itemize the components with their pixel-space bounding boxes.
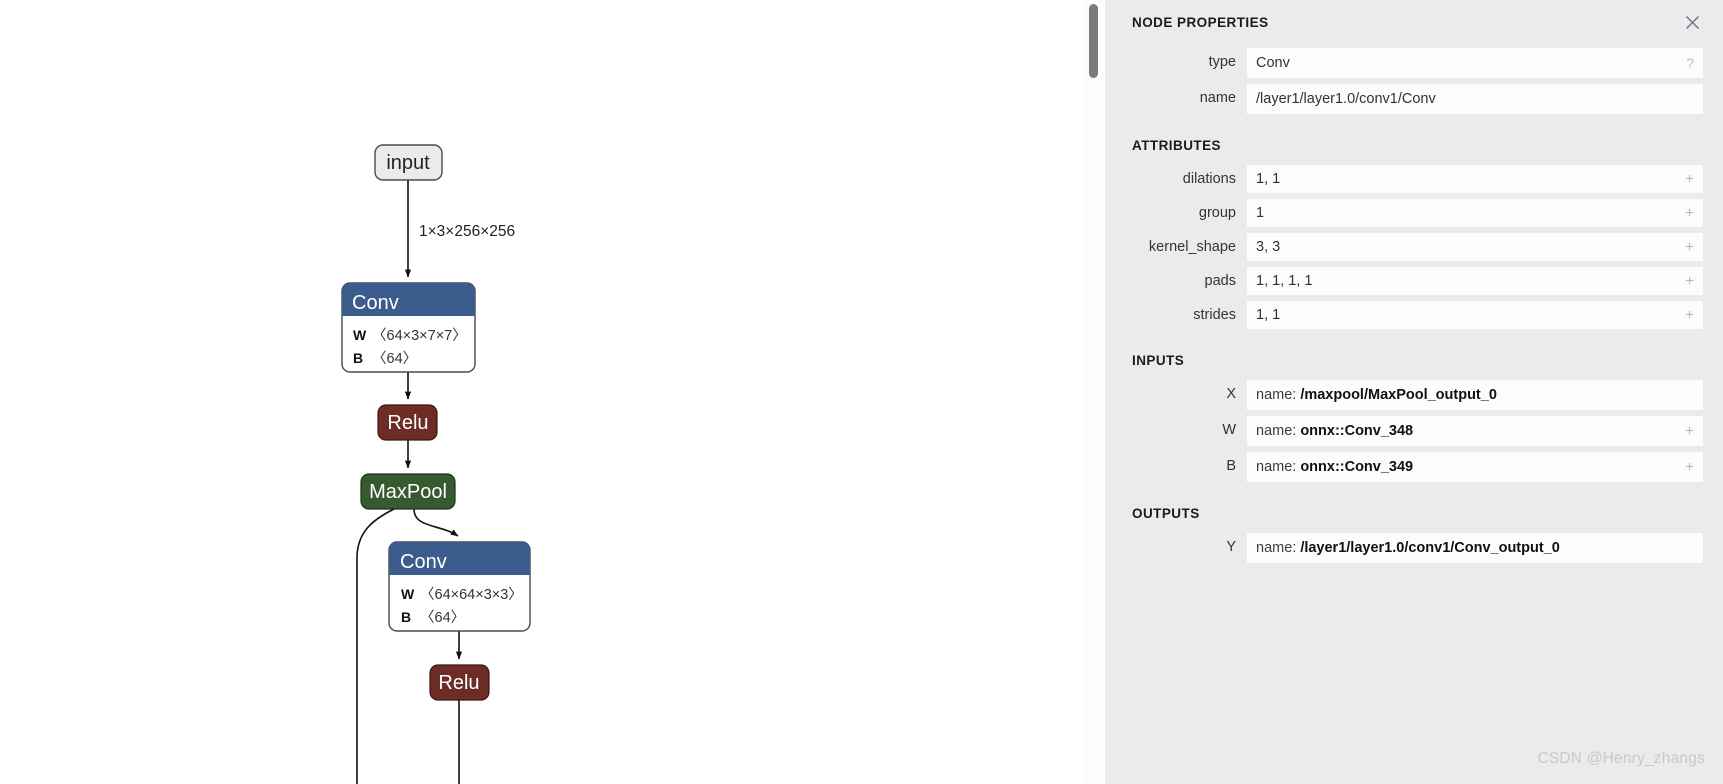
attributes-list: dilations 1, 1 + group 1 + kernel_shape …	[1105, 165, 1723, 329]
maxpool-node-label: MaxPool	[369, 481, 447, 503]
input-prefix-w: name:	[1256, 423, 1297, 439]
graph-node-relu1[interactable]: Relu	[377, 404, 438, 441]
input-field-b[interactable]: name: onnx::Conv_349 +	[1247, 452, 1703, 482]
edge-label-input-conv1: 1×3×256×256	[419, 223, 515, 240]
property-value-type: Conv	[1256, 55, 1290, 71]
property-label-type: type	[1208, 54, 1236, 70]
graph-node-conv1[interactable]: Conv W 〈64×3×7×7〉 B 〈64〉	[341, 282, 476, 373]
conv1-param-b-key: B	[353, 350, 363, 366]
attribute-value-dilations: 1, 1	[1256, 171, 1281, 187]
output-row-y: Y name: /layer1/layer1.0/conv1/Conv_outp…	[1105, 533, 1703, 563]
conv2-param-b-value: 〈64〉	[420, 609, 465, 626]
property-value-name: /layer1/layer1.0/conv1/Conv	[1256, 91, 1436, 107]
relu2-node-label: Relu	[438, 672, 479, 694]
panel-title: NODE PROPERTIES	[1132, 14, 1269, 30]
attribute-row-pads: pads 1, 1, 1, 1 +	[1105, 267, 1703, 295]
output-label-y: Y	[1226, 539, 1236, 555]
plus-icon-kernel-shape[interactable]: +	[1685, 240, 1694, 255]
section-header-inputs: INPUTS	[1132, 353, 1185, 368]
edge-maxpool-conv2	[413, 508, 459, 537]
section-header-attributes: ATTRIBUTES	[1132, 138, 1221, 153]
graph-node-conv2[interactable]: Conv W 〈64×64×3×3〉 B 〈64〉	[388, 541, 531, 632]
output-value-y: /layer1/layer1.0/conv1/Conv_output_0	[1300, 540, 1560, 556]
property-row-name: name /layer1/layer1.0/conv1/Conv	[1105, 84, 1703, 114]
attribute-row-kernel-shape: kernel_shape 3, 3 +	[1105, 233, 1703, 261]
attribute-field-dilations[interactable]: 1, 1 +	[1247, 165, 1703, 193]
conv2-node-label: Conv	[400, 551, 447, 573]
input-value-w: onnx::Conv_348	[1300, 423, 1414, 439]
attribute-label-pads: pads	[1204, 273, 1236, 289]
conv2-param-b-key: B	[401, 609, 411, 625]
attribute-field-group[interactable]: 1 +	[1247, 199, 1703, 227]
conv1-param-w-key: W	[353, 327, 367, 343]
output-prefix-y: name:	[1256, 540, 1297, 556]
conv2-param-w-key: W	[401, 586, 415, 602]
attribute-field-pads[interactable]: 1, 1, 1, 1 +	[1247, 267, 1703, 295]
conv1-param-w-value: 〈64×3×7×7〉	[372, 327, 467, 344]
plus-icon-strides[interactable]: +	[1685, 308, 1694, 323]
conv2-param-w-value: 〈64×64×3×3〉	[420, 586, 523, 603]
attribute-label-kernel-shape: kernel_shape	[1148, 239, 1236, 255]
help-icon-type[interactable]: ?	[1686, 56, 1694, 70]
plus-icon-dilations[interactable]: +	[1685, 172, 1694, 187]
input-value-b: onnx::Conv_349	[1300, 459, 1414, 475]
output-field-y[interactable]: name: /layer1/layer1.0/conv1/Conv_output…	[1247, 533, 1703, 563]
input-prefix-x: name:	[1256, 387, 1297, 403]
attribute-label-group: group	[1198, 205, 1236, 221]
graph-canvas[interactable]: 1×3×256×256 input Conv W 〈64×3×7×7〉 B 〈6…	[0, 0, 1082, 784]
attribute-row-group: group 1 +	[1105, 199, 1703, 227]
plus-icon-input-w[interactable]: +	[1685, 424, 1694, 439]
property-field-type[interactable]: Conv ?	[1247, 48, 1703, 78]
property-row-type: type Conv ?	[1105, 48, 1703, 78]
attribute-value-pads: 1, 1, 1, 1	[1256, 273, 1313, 289]
attribute-value-group: 1	[1256, 205, 1265, 221]
conv1-param-b-value: 〈64〉	[372, 350, 417, 367]
input-row-x: X name: /maxpool/MaxPool_output_0	[1105, 380, 1703, 410]
attribute-label-dilations: dilations	[1182, 171, 1236, 187]
relu1-node-label: Relu	[387, 412, 428, 434]
canvas-scrollbar-thumb[interactable]	[1089, 4, 1098, 78]
input-row-b: B name: onnx::Conv_349 +	[1105, 452, 1703, 482]
conv1-node-label: Conv	[352, 292, 399, 314]
inputs-list: X name: /maxpool/MaxPool_output_0 W name…	[1105, 380, 1723, 482]
model-graph[interactable]: 1×3×256×256 input Conv W 〈64×3×7×7〉 B 〈6…	[0, 0, 1082, 784]
input-label-x: X	[1226, 386, 1236, 402]
canvas-vertical-scrollbar[interactable]	[1082, 0, 1106, 784]
input-label-b: B	[1226, 458, 1236, 474]
plus-icon-group[interactable]: +	[1685, 206, 1694, 221]
graph-node-relu2[interactable]: Relu	[429, 664, 490, 701]
attribute-field-strides[interactable]: 1, 1 +	[1247, 301, 1703, 329]
attribute-value-kernel-shape: 3, 3	[1256, 239, 1281, 255]
input-prefix-b: name:	[1256, 459, 1297, 475]
node-properties-panel: NODE PROPERTIES type Conv ? name /layer1…	[1105, 0, 1723, 784]
input-label-w: W	[1222, 422, 1236, 438]
watermark: CSDN @Henry_zhangs	[1537, 750, 1705, 767]
attribute-field-kernel-shape[interactable]: 3, 3 +	[1247, 233, 1703, 261]
panel-header: NODE PROPERTIES	[1105, 0, 1723, 34]
input-node-label: input	[386, 152, 430, 174]
attribute-value-strides: 1, 1	[1256, 307, 1281, 323]
graph-node-input[interactable]: input	[374, 144, 443, 181]
plus-icon-input-b[interactable]: +	[1685, 460, 1694, 475]
property-label-name: name	[1199, 90, 1236, 106]
plus-icon-pads[interactable]: +	[1685, 274, 1694, 289]
section-header-outputs: OUTPUTS	[1132, 506, 1200, 521]
attribute-row-dilations: dilations 1, 1 +	[1105, 165, 1703, 193]
input-field-x[interactable]: name: /maxpool/MaxPool_output_0	[1247, 380, 1703, 410]
input-row-w: W name: onnx::Conv_348 +	[1105, 416, 1703, 446]
attribute-row-strides: strides 1, 1 +	[1105, 301, 1703, 329]
input-value-x: /maxpool/MaxPool_output_0	[1300, 387, 1497, 403]
close-icon[interactable]	[1681, 11, 1703, 33]
outputs-list: Y name: /layer1/layer1.0/conv1/Conv_outp…	[1105, 533, 1723, 563]
graph-node-maxpool[interactable]: MaxPool	[360, 473, 456, 510]
attribute-label-strides: strides	[1193, 307, 1236, 323]
node-identity-fields: type Conv ? name /layer1/layer1.0/conv1/…	[1105, 48, 1723, 114]
property-field-name[interactable]: /layer1/layer1.0/conv1/Conv	[1247, 84, 1703, 114]
input-field-w[interactable]: name: onnx::Conv_348 +	[1247, 416, 1703, 446]
